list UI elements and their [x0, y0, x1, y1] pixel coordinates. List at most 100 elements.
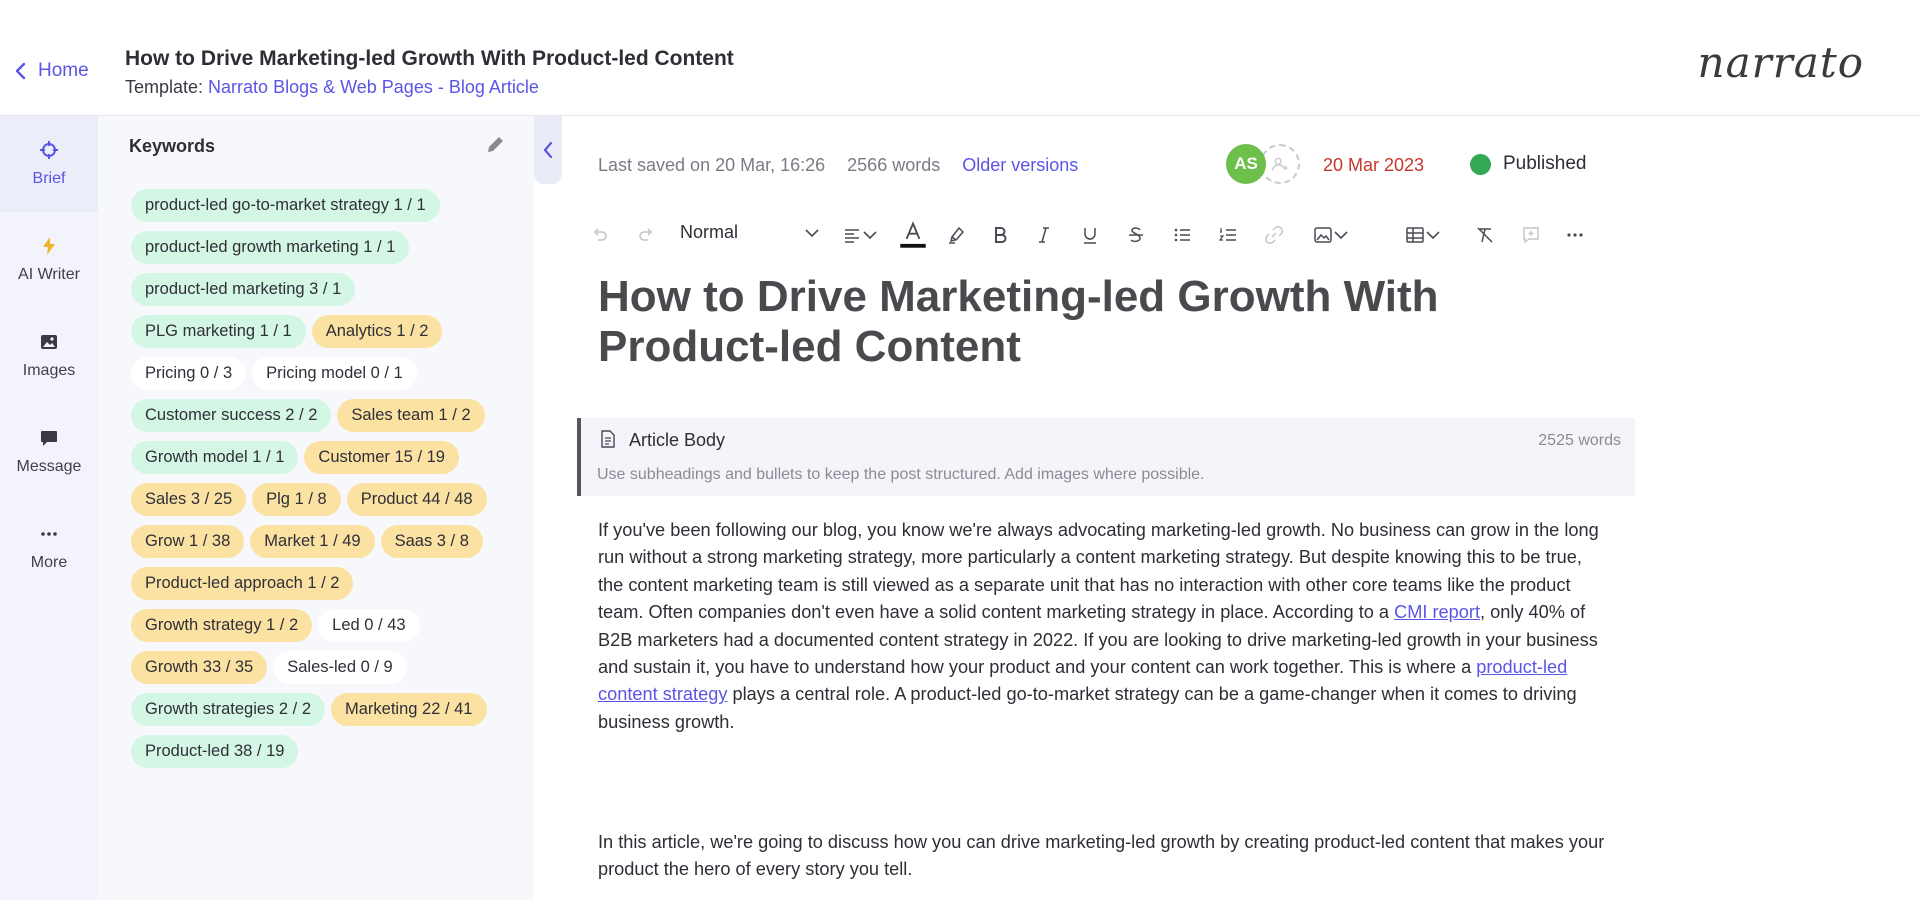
- keyword-chip[interactable]: Product-led 38 / 19: [131, 735, 299, 768]
- keyword-chip[interactable]: Market 1 / 49: [250, 525, 375, 558]
- keyword-chip[interactable]: Growth strategies 2 / 2: [131, 693, 325, 726]
- chevron-down-icon: [863, 231, 877, 240]
- keywords-panel: Keywords product-led go-to-market strate…: [98, 116, 534, 900]
- keyword-chip[interactable]: product-led marketing 3 / 1: [131, 273, 356, 306]
- keyword-chip[interactable]: Saas 3 / 8: [380, 525, 483, 558]
- underline-button[interactable]: [1078, 221, 1102, 249]
- chevron-left-icon: [543, 141, 553, 159]
- keyword-chip[interactable]: Sales-led 0 / 9: [273, 651, 407, 684]
- underline-icon: [1084, 228, 1096, 244]
- keyword-chip[interactable]: Growth model 1 / 1: [131, 441, 299, 474]
- rail-label-brief: Brief: [32, 170, 66, 187]
- keyword-chip[interactable]: PLG marketing 1 / 1: [131, 315, 306, 348]
- highlight-button[interactable]: [942, 221, 970, 249]
- article-title[interactable]: How to Drive Marketing-led Growth With P…: [598, 272, 1498, 372]
- keyword-chip[interactable]: Customer 15 / 19: [304, 441, 459, 474]
- home-link[interactable]: Home: [14, 60, 89, 82]
- document-title: How to Drive Marketing-led Growth With P…: [125, 47, 734, 70]
- document-icon: [601, 430, 615, 448]
- redo-icon: [639, 228, 653, 241]
- more-options-button[interactable]: [1562, 221, 1588, 249]
- strikethrough-button[interactable]: [1124, 221, 1148, 249]
- rail-item-images[interactable]: Images: [0, 308, 98, 404]
- keyword-chip[interactable]: Product-led approach 1 / 2: [131, 567, 354, 600]
- rail-label-message: Message: [16, 458, 82, 475]
- keyword-chip[interactable]: Led 0 / 43: [318, 609, 420, 642]
- template-info: Template: Narrato Blogs & Web Pages - Bl…: [125, 77, 539, 98]
- image-icon: [41, 335, 57, 349]
- rail-item-message[interactable]: Message: [0, 404, 98, 500]
- word-count: 2566 words: [847, 155, 941, 175]
- image-insert-dropdown[interactable]: [1306, 221, 1356, 249]
- rail-label-more: More: [30, 554, 68, 571]
- comment-button[interactable]: [1518, 221, 1544, 249]
- keyword-chip[interactable]: Pricing 0 / 3: [131, 357, 247, 390]
- text-color-button[interactable]: [898, 221, 928, 249]
- table-insert-dropdown[interactable]: [1398, 221, 1448, 249]
- body-paragraph[interactable]: In this article, we're going to discuss …: [598, 829, 1608, 884]
- chevron-left-icon: [15, 62, 26, 80]
- keyword-chip[interactable]: product-led growth marketing 1 / 1: [131, 231, 410, 264]
- status-badge[interactable]: Published: [1470, 153, 1586, 175]
- older-versions-link[interactable]: Older versions: [962, 155, 1078, 176]
- chevron-down-icon: [805, 228, 819, 237]
- cmi-report-link[interactable]: CMI report: [1394, 602, 1480, 622]
- redo-button[interactable]: [632, 221, 660, 249]
- add-collaborator-button[interactable]: [1260, 144, 1300, 184]
- keyword-chip[interactable]: Sales 3 / 25: [131, 483, 247, 516]
- body-paragraph[interactable]: If you've been following our blog, you k…: [598, 517, 1608, 736]
- bold-button[interactable]: [988, 221, 1012, 249]
- paragraph-style-select[interactable]: Normal: [680, 222, 820, 243]
- collapse-panel-button[interactable]: [534, 116, 562, 184]
- rail-label-ai-writer: AI Writer: [18, 266, 80, 283]
- table-icon: [1406, 227, 1424, 243]
- keyword-chip[interactable]: product-led go-to-market strategy 1 / 1: [131, 189, 440, 222]
- rail-item-ai-writer[interactable]: AI Writer: [0, 212, 98, 308]
- italic-button[interactable]: [1032, 221, 1056, 249]
- undo-button[interactable]: [586, 221, 614, 249]
- keyword-chip[interactable]: Analytics 1 / 2: [311, 315, 443, 348]
- add-user-icon: [1272, 157, 1288, 171]
- rail-item-more[interactable]: More: [0, 500, 98, 596]
- home-label: Home: [38, 60, 89, 81]
- paragraph-text: plays a central role. A product-led go-t…: [598, 684, 1577, 732]
- italic-icon: [1039, 227, 1049, 243]
- article-body-section-header: Article Body 2525 words Use subheadings …: [577, 418, 1635, 496]
- editor-meta: Last saved on 20 Mar, 16:26 2566 words O…: [598, 155, 1078, 176]
- section-word-count: 2525 words: [1538, 432, 1621, 449]
- rail-item-brief[interactable]: Brief: [0, 116, 98, 212]
- keyword-chip[interactable]: Growth strategy 1 / 2: [131, 609, 313, 642]
- keyword-chip[interactable]: Sales team 1 / 2: [337, 399, 485, 432]
- template-prefix: Template:: [125, 77, 209, 97]
- due-date[interactable]: 20 Mar 2023: [1323, 155, 1424, 176]
- section-hint: Use subheadings and bullets to keep the …: [597, 466, 1205, 483]
- keyword-chip[interactable]: Product 44 / 48: [346, 483, 487, 516]
- strikethrough-icon: [1129, 227, 1143, 243]
- pencil-icon[interactable]: [484, 134, 506, 156]
- link-icon: [1265, 226, 1283, 244]
- section-label: Article Body: [629, 430, 726, 450]
- status-label: Published: [1503, 153, 1587, 174]
- keyword-chip[interactable]: Customer success 2 / 2: [131, 399, 332, 432]
- highlighter-icon: [949, 226, 965, 244]
- keywords-heading: Keywords: [129, 136, 216, 156]
- bullet-list-icon: [1174, 228, 1190, 242]
- keyword-chip[interactable]: Growth 33 / 35: [131, 651, 268, 684]
- keyword-chip[interactable]: Pricing model 0 / 1: [252, 357, 417, 390]
- rail-label-images: Images: [22, 362, 76, 379]
- template-link[interactable]: Narrato Blogs & Web Pages - Blog Article: [208, 77, 539, 97]
- clear-format-button[interactable]: [1472, 221, 1498, 249]
- link-button[interactable]: [1262, 221, 1286, 249]
- image-icon: [1314, 227, 1332, 243]
- align-dropdown[interactable]: [836, 221, 884, 249]
- numbered-list-button[interactable]: [1216, 221, 1240, 249]
- keyword-list: product-led go-to-market strategy 1 / 1 …: [131, 189, 521, 768]
- keyword-chip[interactable]: Marketing 22 / 41: [331, 693, 487, 726]
- keyword-chip[interactable]: Plg 1 / 8: [252, 483, 341, 516]
- avatar[interactable]: AS: [1226, 144, 1266, 184]
- last-saved: Last saved on 20 Mar, 16:26: [598, 155, 826, 175]
- bullet-list-button[interactable]: [1170, 221, 1194, 249]
- keyword-chip[interactable]: Grow 1 / 38: [131, 525, 245, 558]
- more-icon: [41, 532, 57, 536]
- bold-icon: [995, 227, 1007, 243]
